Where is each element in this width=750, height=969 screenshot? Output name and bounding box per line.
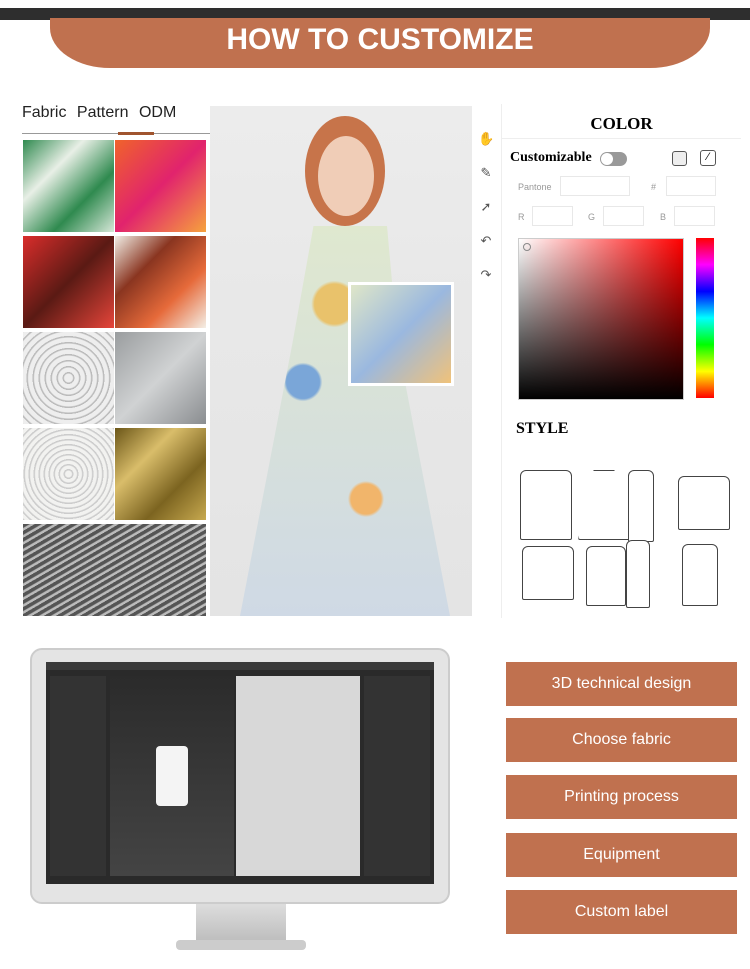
g-label: G: [588, 212, 596, 222]
style-title: STYLE: [516, 420, 569, 437]
pattern-zoom-box[interactable]: [348, 282, 454, 386]
pantone-label: Pantone: [518, 182, 552, 192]
suit-jacket-style[interactable]: [586, 546, 626, 606]
hoodie-style[interactable]: [678, 476, 730, 530]
fabric-swatch[interactable]: [115, 428, 206, 520]
tool-column: ✋ ✎ ➚ ↶ ↷: [478, 122, 494, 292]
fabric-swatch[interactable]: [115, 140, 206, 232]
feature-choose-fabric: Choose fabric: [506, 718, 737, 762]
color-preview-swatch[interactable]: [672, 151, 687, 166]
fabric-swatch[interactable]: [23, 140, 114, 232]
model-photo: [210, 106, 472, 616]
feature-printing-process: Printing process: [506, 775, 737, 819]
r-input[interactable]: [532, 206, 573, 226]
fabric-swatch[interactable]: [23, 428, 114, 520]
pantone-input[interactable]: [560, 176, 630, 196]
pen-icon[interactable]: ✎: [478, 156, 494, 190]
fabric-tabs: Fabric Pattern ODM: [22, 104, 210, 135]
3d-design-software-screen: [46, 662, 434, 884]
color-title: COLOR: [502, 114, 741, 139]
trousers-style[interactable]: [626, 540, 650, 608]
feature-equipment: Equipment: [506, 833, 737, 877]
hex-label: #: [651, 182, 657, 192]
b-label: B: [660, 212, 667, 222]
software-menu-bar: [46, 662, 434, 670]
dress-style[interactable]: [578, 470, 630, 540]
redo-icon[interactable]: ↷: [478, 258, 494, 292]
active-tab-indicator: [118, 132, 154, 135]
feature-3d-technical-design: 3D technical design: [506, 662, 737, 706]
property-panel: [364, 676, 430, 876]
3d-avatar-viewport: [110, 676, 234, 876]
monitor: [30, 648, 450, 904]
page-title: HOW TO CUSTOMIZE: [50, 18, 710, 68]
hex-input[interactable]: [666, 176, 716, 196]
eyedropper-icon[interactable]: ⁄: [700, 150, 716, 166]
2d-pattern-viewport: [236, 676, 360, 876]
tab-pattern[interactable]: Pattern: [77, 104, 129, 121]
hue-slider[interactable]: [696, 238, 714, 398]
model-face: [318, 136, 374, 216]
undo-icon[interactable]: ↶: [478, 224, 494, 258]
customizable-toggle[interactable]: [600, 152, 627, 166]
shirt-dress-style[interactable]: [628, 470, 654, 542]
library-panel: [50, 676, 106, 876]
monitor-base: [176, 940, 306, 950]
b-input[interactable]: [674, 206, 715, 226]
fabric-swatch[interactable]: [115, 332, 206, 424]
fabric-swatch[interactable]: [23, 332, 114, 424]
monitor-stand: [196, 904, 286, 944]
hand-icon[interactable]: ✋: [478, 122, 494, 156]
fabric-swatch[interactable]: [23, 236, 114, 328]
fabric-swatch[interactable]: [23, 524, 206, 616]
color-panel: COLOR Customizable ⁄ Pantone # R G B STY…: [501, 104, 741, 618]
feature-custom-label: Custom label: [506, 890, 737, 934]
robe-style[interactable]: [522, 546, 574, 600]
tab-fabric[interactable]: Fabric: [22, 104, 66, 121]
g-input[interactable]: [603, 206, 644, 226]
r-label: R: [518, 212, 525, 222]
skirt-style[interactable]: [682, 544, 718, 606]
color-gradient-picker[interactable]: [518, 238, 684, 400]
fabric-swatch[interactable]: [115, 236, 206, 328]
customizable-label: Customizable: [510, 150, 592, 165]
pointer-icon[interactable]: ➚: [478, 190, 494, 224]
tab-odm[interactable]: ODM: [139, 104, 176, 121]
blazer-style[interactable]: [520, 470, 572, 540]
